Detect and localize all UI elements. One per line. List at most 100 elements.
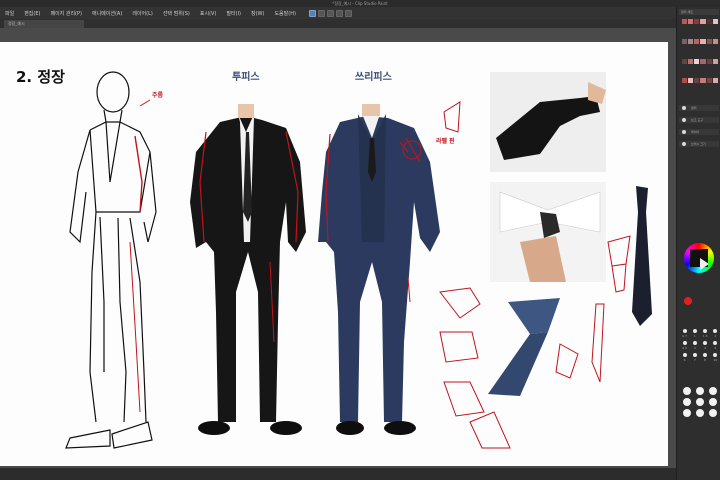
swatch[interactable] bbox=[700, 58, 706, 64]
brush-size-option[interactable]: 7 bbox=[691, 353, 698, 362]
brush-preset[interactable] bbox=[683, 398, 691, 406]
brush-size-option[interactable]: 5 bbox=[712, 341, 719, 350]
brush-size-option[interactable]: 4 bbox=[702, 341, 709, 350]
swatch[interactable] bbox=[712, 58, 718, 64]
standalone-tie bbox=[632, 186, 652, 326]
brush-dot-icon bbox=[703, 329, 708, 333]
brush-size-option[interactable]: 0.7 bbox=[681, 329, 688, 338]
brush-preset[interactable] bbox=[709, 387, 717, 395]
brush-preset[interactable] bbox=[696, 409, 704, 417]
swatch[interactable] bbox=[712, 78, 718, 84]
brush-size-label: 10 bbox=[713, 358, 718, 362]
brush-size-option[interactable]: 6 bbox=[681, 353, 688, 362]
swatch[interactable] bbox=[700, 19, 706, 24]
fill-tool-icon[interactable] bbox=[335, 9, 343, 17]
color-triangle-icon bbox=[700, 258, 709, 270]
reference-photo-arm bbox=[490, 72, 606, 172]
brush-size-option[interactable]: 2.5 bbox=[681, 341, 688, 350]
prop-label: 컬러 bbox=[691, 106, 697, 110]
lineart-figure bbox=[65, 71, 157, 449]
swatch[interactable] bbox=[682, 19, 688, 24]
brush-dot-icon bbox=[713, 341, 718, 345]
brush-preset[interactable] bbox=[709, 409, 717, 417]
prop-row-subtool[interactable]: 보조 도구 bbox=[679, 117, 719, 123]
brush-size-option[interactable]: 1 bbox=[691, 329, 698, 338]
color-wheel[interactable] bbox=[684, 243, 714, 273]
brush-preset[interactable] bbox=[709, 398, 717, 406]
brush-dot-icon bbox=[682, 329, 687, 333]
brush-tool-icon[interactable] bbox=[317, 9, 325, 17]
blue-tie-knot bbox=[488, 298, 560, 396]
swatch[interactable] bbox=[712, 38, 718, 44]
swatch[interactable] bbox=[688, 78, 694, 84]
swatch[interactable] bbox=[700, 78, 706, 84]
brush-dot-icon bbox=[682, 341, 687, 345]
menu-filter[interactable]: 필터(I) bbox=[223, 10, 244, 17]
brush-size-option[interactable]: 10 bbox=[712, 353, 719, 362]
menu-view[interactable]: 표시(V) bbox=[197, 10, 220, 17]
brush-size-label: 1.5 bbox=[702, 334, 708, 338]
swatch[interactable] bbox=[682, 78, 688, 84]
select-tool-icon[interactable] bbox=[344, 9, 352, 17]
color-set-header: 컬러 세트 bbox=[679, 9, 719, 15]
brush-size-label: 8 bbox=[704, 358, 707, 362]
swatch[interactable] bbox=[688, 58, 694, 64]
canvas[interactable]: 2. 정장 투피스 쓰리피스 주름 라펠 핀 bbox=[0, 42, 668, 466]
brush-dot-icon bbox=[692, 353, 697, 357]
prop-row-color[interactable]: 컬러 bbox=[679, 105, 719, 111]
swatch[interactable] bbox=[706, 38, 712, 44]
menu-select[interactable]: 선택 범위(S) bbox=[160, 10, 193, 17]
eraser-tool-icon[interactable] bbox=[326, 9, 334, 17]
swatch[interactable] bbox=[688, 38, 694, 44]
quick-tool-strip bbox=[308, 9, 352, 17]
radio-icon bbox=[682, 106, 686, 110]
brush-size-grid: 0.7 1 1.5 2 2.5 3 4 5 6 7 8 10 bbox=[681, 329, 719, 362]
brush-dot-icon bbox=[682, 353, 687, 357]
prop-row-layer[interactable]: 레이어 bbox=[679, 129, 719, 135]
brush-size-option[interactable]: 8 bbox=[702, 353, 709, 362]
swatch[interactable] bbox=[706, 78, 712, 84]
menu-file[interactable]: 파일 bbox=[2, 10, 17, 17]
brush-preset[interactable] bbox=[696, 387, 704, 395]
swatch[interactable] bbox=[700, 38, 706, 44]
swatch[interactable] bbox=[706, 19, 712, 24]
swatch[interactable] bbox=[694, 58, 700, 64]
pen-tool-icon[interactable] bbox=[308, 9, 316, 17]
prop-row-brush-size[interactable]: 브러시 크기 bbox=[679, 141, 719, 147]
menu-help[interactable]: 도움말(H) bbox=[271, 10, 298, 17]
swatch[interactable] bbox=[706, 58, 712, 64]
swatch[interactable] bbox=[694, 78, 700, 84]
menu-edit[interactable]: 편집(E) bbox=[21, 10, 43, 17]
menu-animation[interactable]: 애니메이션(A) bbox=[89, 10, 125, 17]
menu-layer[interactable]: 레이어(L) bbox=[129, 10, 156, 17]
swatch[interactable] bbox=[682, 58, 688, 64]
canvas-area[interactable]: 2. 정장 투피스 쓰리피스 주름 라펠 핀 bbox=[0, 28, 676, 468]
brush-size-option[interactable]: 1.5 bbox=[702, 329, 709, 338]
brush-dot-icon bbox=[713, 353, 718, 357]
artwork bbox=[65, 71, 652, 449]
brush-preset[interactable] bbox=[683, 387, 691, 395]
brush-dot-icon bbox=[692, 329, 697, 333]
brush-dot-icon bbox=[703, 341, 708, 345]
color-wheel-inner[interactable] bbox=[690, 249, 709, 270]
brush-preset[interactable] bbox=[696, 398, 704, 406]
document-tab-row: 정장_예시 bbox=[0, 19, 680, 28]
brush-size-option[interactable]: 3 bbox=[691, 341, 698, 350]
three-piece-suit bbox=[318, 104, 440, 435]
radio-icon bbox=[682, 142, 686, 146]
swatch[interactable] bbox=[712, 19, 718, 24]
title-bar: *정장_예시 - Clip Studio Paint bbox=[0, 0, 720, 7]
brush-size-label: 5 bbox=[714, 346, 717, 350]
menu-window[interactable]: 창(W) bbox=[248, 10, 267, 17]
brush-preset[interactable] bbox=[683, 409, 691, 417]
swatch[interactable] bbox=[694, 38, 700, 44]
menu-page[interactable]: 페이지 관리(P) bbox=[47, 10, 85, 17]
radio-icon bbox=[682, 130, 686, 134]
current-color-swatch[interactable] bbox=[684, 297, 692, 305]
document-tab[interactable]: 정장_예시 bbox=[4, 20, 84, 28]
swatch[interactable] bbox=[688, 19, 694, 24]
swatch[interactable] bbox=[682, 38, 688, 44]
brush-dot-icon bbox=[703, 353, 708, 357]
brush-size-option[interactable]: 2 bbox=[712, 329, 719, 338]
swatch[interactable] bbox=[694, 19, 700, 24]
